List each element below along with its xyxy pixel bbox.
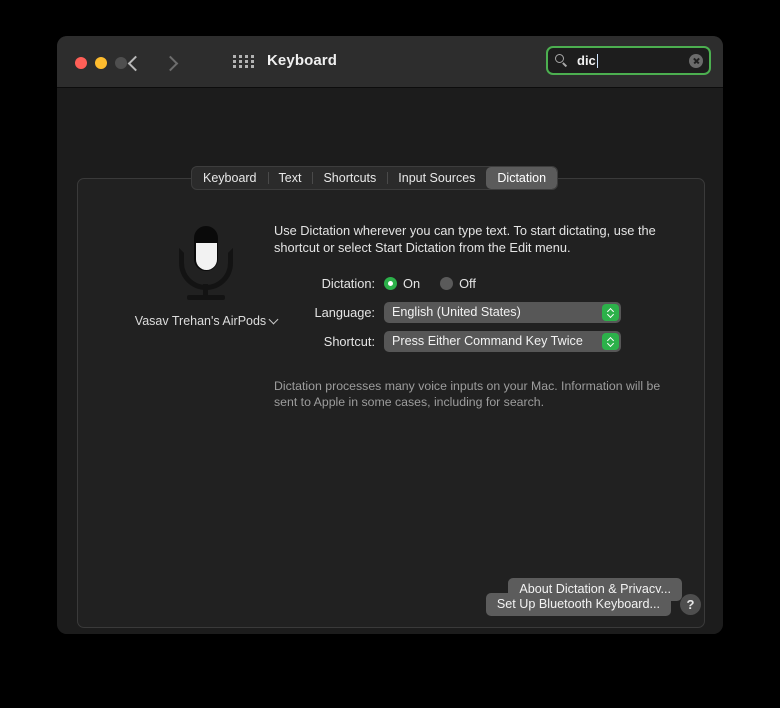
shortcut-row: Shortcut: Press Either Command Key Twice <box>274 330 694 352</box>
tab-keyboard[interactable]: Keyboard <box>192 167 268 189</box>
microphone-icon <box>175 226 237 304</box>
shortcut-label: Shortcut: <box>323 333 375 349</box>
shortcut-popup-button[interactable]: Press Either Command Key Twice <box>384 330 621 352</box>
search-field[interactable]: dic <box>546 46 711 75</box>
dictation-row: Dictation: On Off <box>274 273 694 293</box>
close-button[interactable] <box>75 57 87 69</box>
search-input[interactable]: dic <box>577 53 599 68</box>
help-button[interactable]: ? <box>680 594 701 615</box>
input-device-label: Vasav Trehan's AirPods <box>134 314 267 328</box>
text-caret <box>596 54 599 68</box>
back-button[interactable] <box>122 51 146 75</box>
traffic-lights <box>75 57 127 69</box>
dictation-off-label: Off <box>459 275 476 291</box>
settings-rows: Dictation: On Off Language: English (Uni… <box>274 273 694 360</box>
preference-tabs: Keyboard Text Shortcuts Input Sources Di… <box>191 166 559 190</box>
tab-dictation[interactable]: Dictation <box>486 167 558 189</box>
language-label: Language: <box>314 304 376 320</box>
dictation-label: Dictation: <box>321 275 375 291</box>
chevron-left-icon <box>127 55 144 71</box>
chevron-right-icon <box>162 55 179 71</box>
input-device-selector[interactable]: Vasav Trehan's AirPods <box>116 314 296 328</box>
forward-button[interactable] <box>160 51 184 75</box>
privacy-note: Dictation processes many voice inputs on… <box>274 379 661 409</box>
set-up-bluetooth-keyboard-button[interactable]: Set Up Bluetooth Keyboard... <box>485 593 671 616</box>
radio-dot-icon <box>440 276 454 290</box>
tab-input-sources[interactable]: Input Sources <box>387 167 486 189</box>
dictation-radio-off[interactable]: Off <box>440 276 476 291</box>
dictation-panel: Vasav Trehan's AirPods Use Dictation whe… <box>77 178 705 628</box>
language-row: Language: English (United States) <box>274 301 694 323</box>
window-titlebar: Keyboard dic <box>57 36 723 88</box>
window-body: Vasav Trehan's AirPods Use Dictation whe… <box>57 88 723 634</box>
language-popup-button[interactable]: English (United States) <box>384 301 621 323</box>
intro-text: Use Dictation wherever you can type text… <box>274 223 656 255</box>
search-icon <box>555 54 568 67</box>
grid-apps-icon[interactable] <box>233 55 254 70</box>
chevron-updown-icon <box>602 303 619 321</box>
window-footer: Set Up Bluetooth Keyboard... ? <box>57 593 701 616</box>
tab-shortcuts[interactable]: Shortcuts <box>312 167 387 189</box>
keyboard-preferences-window: Keyboard dic Vasav Trehan's AirPods Use … <box>57 36 723 634</box>
shortcut-value: Press Either Command Key Twice <box>392 334 583 348</box>
language-value: English (United States) <box>392 305 521 319</box>
page-title: Keyboard <box>267 52 337 69</box>
clear-search-icon[interactable] <box>689 53 703 68</box>
tab-text[interactable]: Text <box>267 167 313 189</box>
microphone-block: Vasav Trehan's AirPods <box>116 226 296 328</box>
radio-dot-icon <box>384 276 397 290</box>
minimize-button[interactable] <box>95 57 107 69</box>
chevron-updown-icon <box>602 332 619 350</box>
dictation-on-label: On <box>403 275 421 291</box>
dictation-radio-on[interactable]: On <box>384 276 420 291</box>
